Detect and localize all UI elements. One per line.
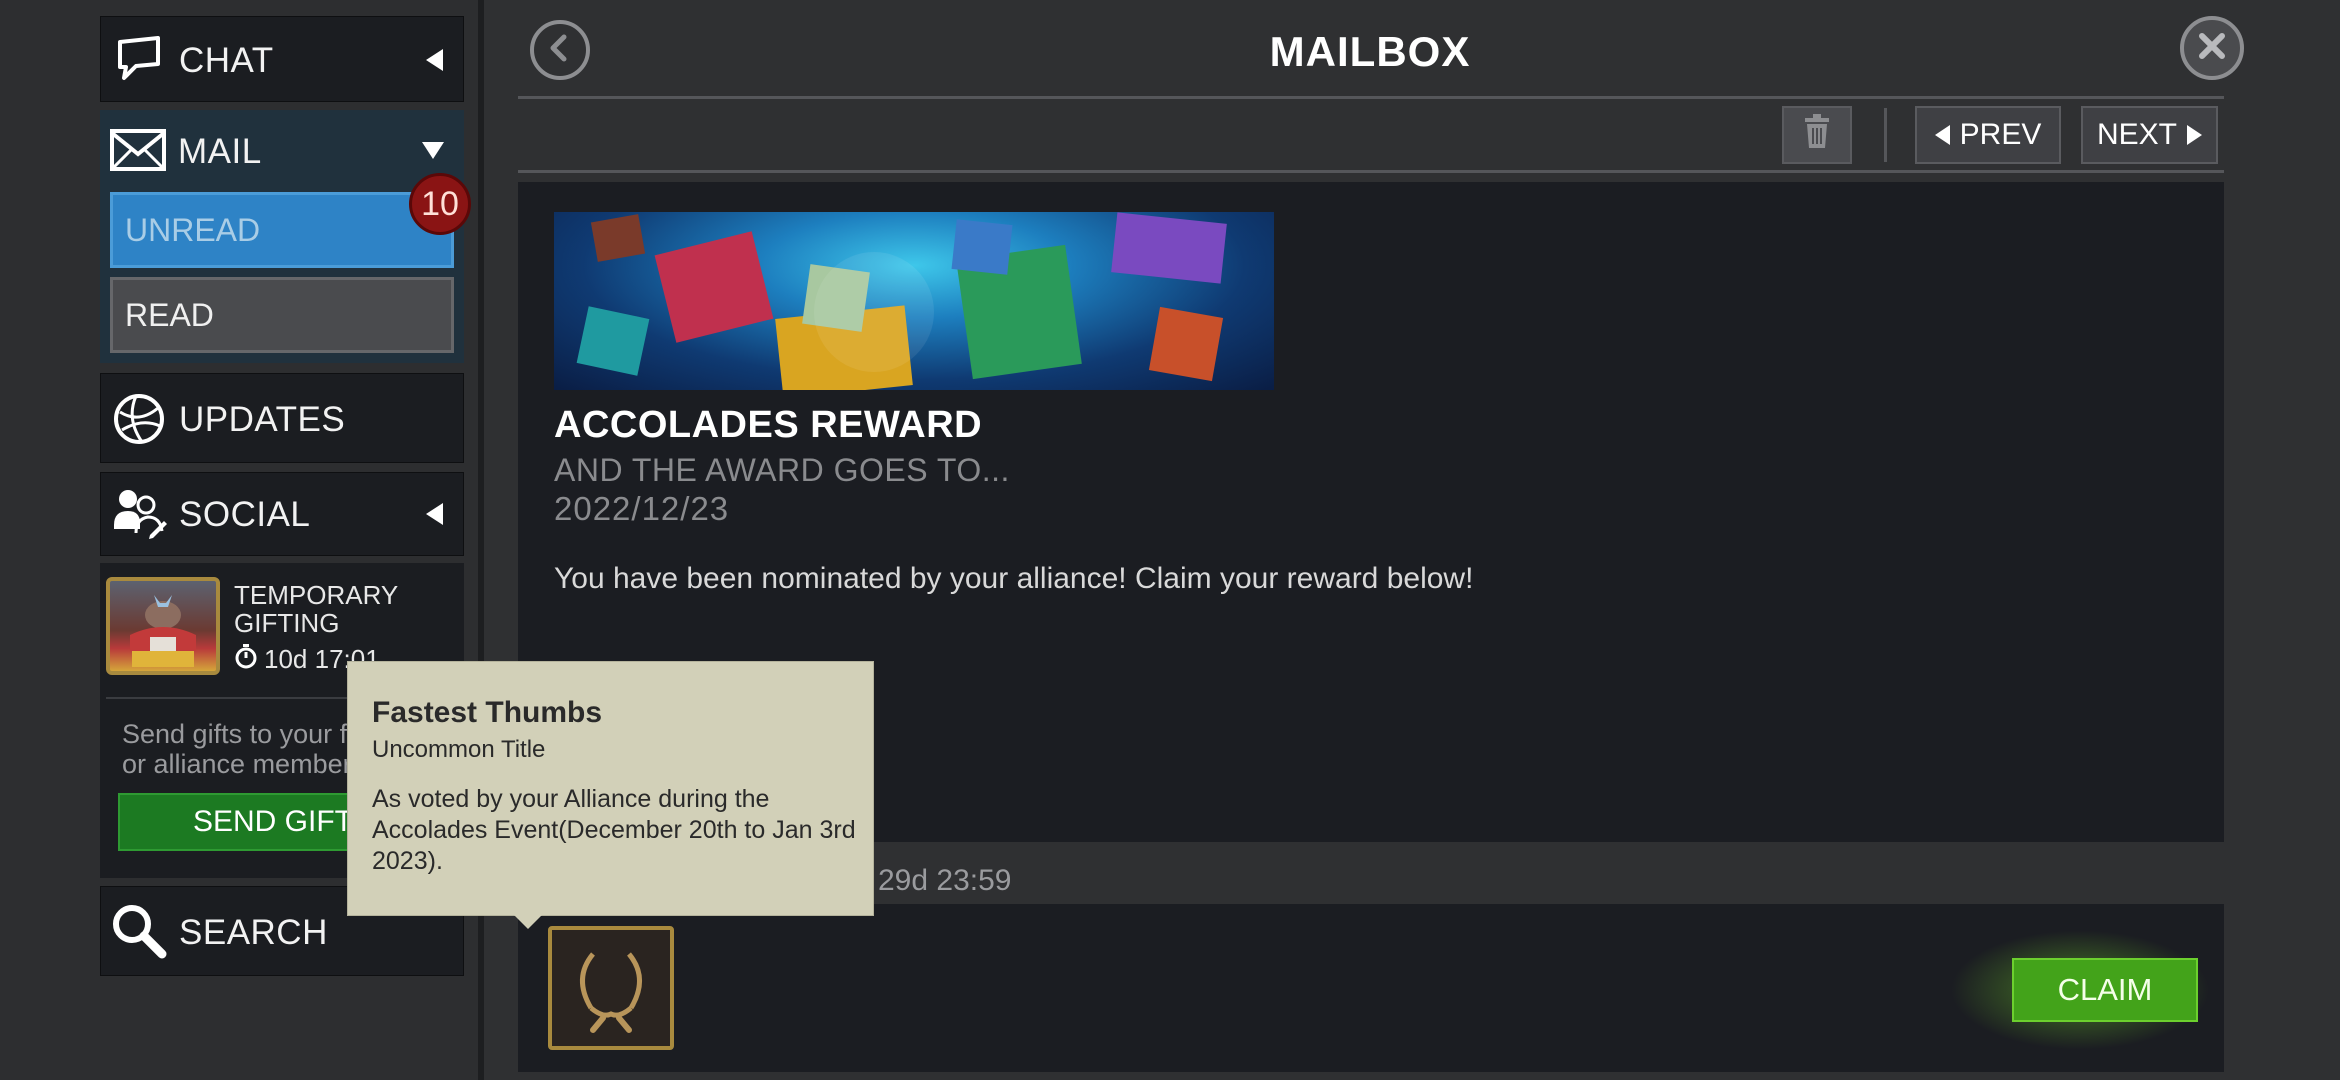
reward-expiry: 29d 23:59 [878, 864, 1012, 897]
unread-count-badge: 10 [409, 173, 471, 235]
sidebar-item-search-label: SEARCH [179, 913, 328, 952]
mail-date: 2022/12/23 [554, 490, 730, 527]
prev-label: PREV [1959, 118, 2042, 151]
close-icon [2196, 30, 2228, 67]
stopwatch-icon [234, 643, 258, 676]
sidebar-item-chat[interactable]: CHAT [100, 16, 464, 102]
mail-group: MAIL UNREAD READ [100, 110, 464, 363]
toolbar-divider-bottom [518, 170, 2224, 173]
people-icon [109, 483, 169, 543]
envelope-icon [108, 120, 168, 180]
triangle-left-icon [1934, 125, 1950, 145]
tooltip-subtitle: Uncommon Title [372, 736, 546, 763]
header-divider [518, 96, 2224, 99]
magnifier-icon [109, 901, 169, 961]
gifting-thumbnail [106, 577, 220, 675]
tooltip-title: Fastest Thumbs [372, 696, 603, 729]
next-label: NEXT [2096, 118, 2177, 151]
sidebar-divider [478, 0, 484, 1080]
chevron-left-icon [426, 49, 443, 71]
chat-bubble-icon [109, 29, 169, 89]
page-title: MAILBOX [1269, 28, 1471, 75]
mail-banner-image [554, 212, 1274, 390]
sidebar-item-updates-label: UPDATES [179, 400, 346, 439]
reward-tooltip: Fastest Thumbs Uncommon Title As voted b… [347, 661, 874, 929]
reward-item[interactable] [548, 926, 674, 1050]
sidebar-item-updates[interactable]: UPDATES [100, 373, 464, 463]
back-arrow-icon [545, 33, 575, 68]
trash-icon [1803, 113, 1831, 157]
mail-subtitle: AND THE AWARD GOES TO... [554, 452, 1010, 488]
prev-button[interactable]: PREV [1915, 106, 2061, 164]
claim-button[interactable]: CLAIM [2012, 958, 2198, 1022]
next-button[interactable]: NEXT [2081, 106, 2218, 164]
sidebar-item-social[interactable]: SOCIAL [100, 472, 464, 556]
mail-body: You have been nominated by your alliance… [554, 562, 1474, 595]
tooltip-body: As voted by your Alliance during the Acc… [372, 785, 856, 875]
globe-icon [109, 389, 169, 449]
sidebar-item-mail-label: MAIL [178, 132, 262, 171]
delete-button[interactable] [1782, 106, 1852, 164]
back-button[interactable] [530, 20, 590, 80]
close-button[interactable] [2180, 16, 2244, 80]
sidebar-item-social-label: SOCIAL [179, 495, 311, 534]
chevron-down-icon [422, 142, 444, 159]
sidebar-item-mail[interactable]: MAIL [100, 110, 464, 190]
chevron-left-icon [426, 503, 443, 525]
gifting-title: TEMPORARY GIFTING [234, 580, 398, 638]
sidebar-item-chat-label: CHAT [179, 41, 274, 80]
tab-read[interactable]: READ [110, 277, 454, 353]
mail-title: ACCOLADES REWARD [554, 404, 983, 446]
toolbar-divider [1884, 108, 1887, 162]
triangle-right-icon [2187, 125, 2202, 145]
laurel-wreath-icon [563, 938, 659, 1039]
tab-unread[interactable]: UNREAD [110, 192, 454, 268]
